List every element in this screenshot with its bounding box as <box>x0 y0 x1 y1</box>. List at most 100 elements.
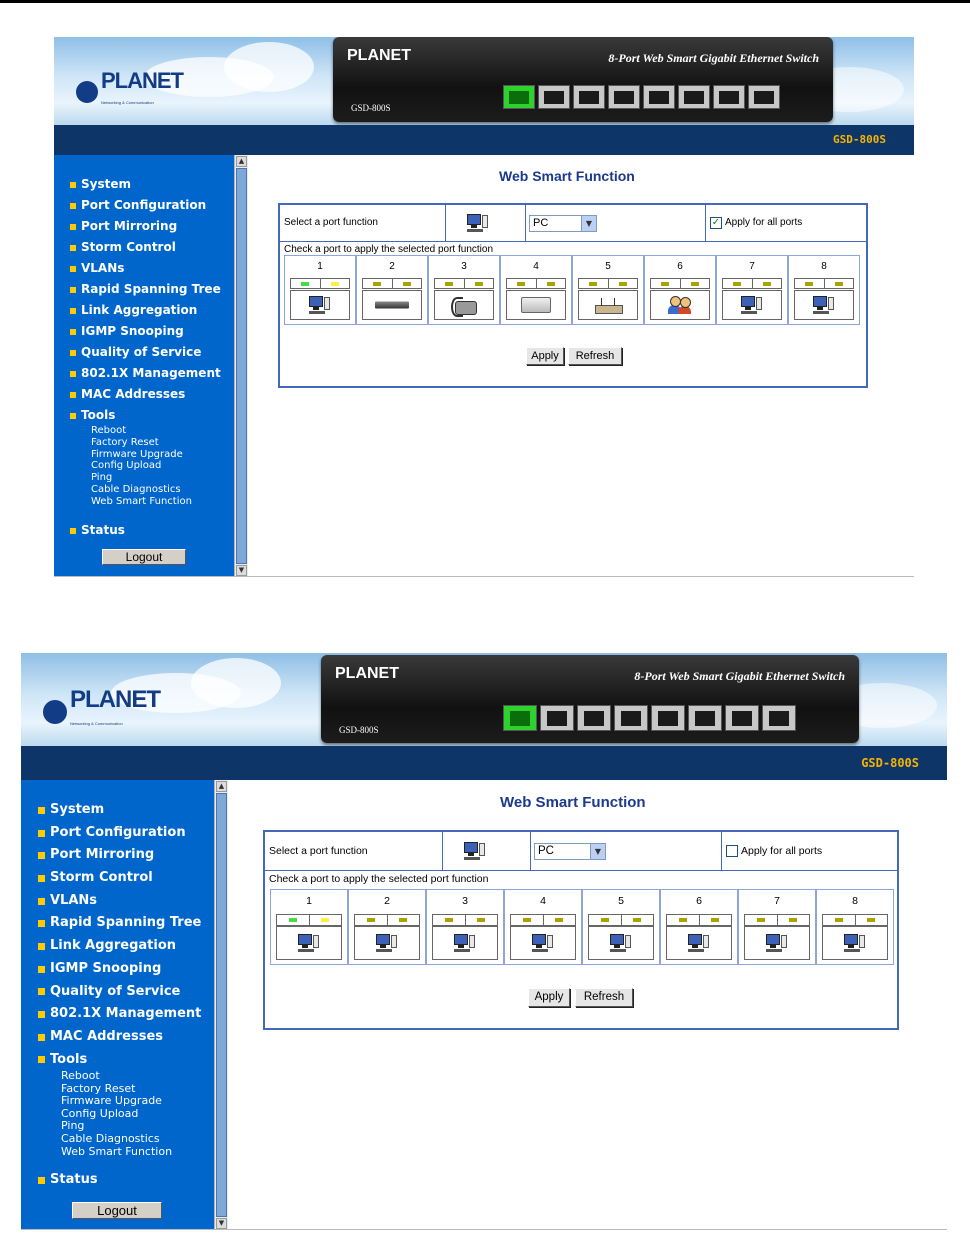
port-cell-7[interactable]: 7 <box>738 889 816 965</box>
sidebar-item-802-1x-management[interactable]: 802.1X Management <box>70 363 221 384</box>
port-cell-6[interactable]: 6 <box>660 889 738 965</box>
port-device-box[interactable] <box>744 926 810 960</box>
port-function-select[interactable]: PC ▼ <box>534 842 606 860</box>
port-device-box[interactable] <box>666 926 732 960</box>
bullet-icon <box>70 223 76 230</box>
tools-item-config-upload[interactable]: Config Upload <box>91 460 192 472</box>
port-led-row <box>434 278 494 289</box>
tools-item-cable-diagnostics[interactable]: Cable Diagnostics <box>91 484 192 496</box>
port-cell-4[interactable]: 4 <box>504 889 582 965</box>
port-cell-3[interactable]: 3 <box>426 889 504 965</box>
sidebar-item-label: Tools <box>81 408 116 422</box>
apply-button[interactable]: Apply <box>526 347 564 365</box>
tools-item-firmware-upgrade[interactable]: Firmware Upgrade <box>91 449 192 461</box>
sidebar-item-storm-control[interactable]: Storm Control <box>70 237 221 258</box>
tools-item-factory-reset[interactable]: Factory Reset <box>91 437 192 449</box>
chevron-down-icon[interactable]: ▼ <box>581 215 596 231</box>
sidebar-item-status[interactable]: Status <box>38 1169 98 1192</box>
sidebar-item-storm-control[interactable]: Storm Control <box>38 867 201 890</box>
port-cell-8[interactable]: 8 <box>788 255 860 325</box>
pc-icon <box>467 214 489 232</box>
scroll-down-arrow[interactable]: ▼ <box>236 565 247 576</box>
port-number: 3 <box>461 261 467 272</box>
tools-item-reboot[interactable]: Reboot <box>61 1069 172 1083</box>
port-cell-6[interactable]: 6 <box>644 255 716 325</box>
port-device-box[interactable] <box>794 290 854 320</box>
port-cell-5[interactable]: 5 <box>582 889 660 965</box>
port-device-box[interactable] <box>578 290 638 320</box>
sidebar-item-802-1x-management[interactable]: 802.1X Management <box>38 1003 201 1026</box>
port-cell-8[interactable]: 8 <box>816 889 894 965</box>
tools-item-reboot[interactable]: Reboot <box>91 425 192 437</box>
port-device-box[interactable] <box>822 926 888 960</box>
port-device-box[interactable] <box>506 290 566 320</box>
sidebar-item-mac-addresses[interactable]: MAC Addresses <box>70 384 221 405</box>
sidebar-item-vlans[interactable]: VLANs <box>70 258 221 279</box>
tools-item-cable-diagnostics[interactable]: Cable Diagnostics <box>61 1132 172 1146</box>
sidebar-nav: System Port Configuration Port Mirroring St… <box>38 799 201 1071</box>
sidebar-scrollbar[interactable]: ▲ ▼ <box>234 155 248 577</box>
device-model: GSD-800S <box>339 725 379 735</box>
bullet-icon <box>70 265 76 272</box>
port-cell-2[interactable]: 2 <box>356 255 428 325</box>
port-device-box[interactable] <box>276 926 342 960</box>
apply-all-checkbox[interactable] <box>726 845 738 857</box>
port-device-box[interactable] <box>290 290 350 320</box>
port-cell-2[interactable]: 2 <box>348 889 426 965</box>
port-device-box[interactable] <box>432 926 498 960</box>
port-device-box[interactable] <box>354 926 420 960</box>
sidebar-item-link-aggregation[interactable]: Link Aggregation <box>38 935 201 958</box>
sidebar-item-igmp-snooping[interactable]: IGMP Snooping <box>38 958 201 981</box>
sidebar-item-tools[interactable]: Tools <box>38 1049 201 1072</box>
port-cell-3[interactable]: 3 <box>428 255 500 325</box>
sidebar-item-quality-of-service[interactable]: Quality of Service <box>38 981 201 1004</box>
sidebar-item-system[interactable]: System <box>38 799 201 822</box>
logout-button[interactable]: Logout <box>102 549 186 565</box>
sidebar-item-status[interactable]: Status <box>70 520 125 541</box>
sidebar-item-port-mirroring[interactable]: Port Mirroring <box>38 844 201 867</box>
tools-item-web-smart-function[interactable]: Web Smart Function <box>61 1145 172 1159</box>
logout-button[interactable]: Logout <box>72 1202 162 1219</box>
apply-all-checkbox[interactable]: ✓ <box>710 217 722 229</box>
apply-button[interactable]: Apply <box>528 988 570 1007</box>
sidebar-item-tools[interactable]: Tools <box>70 405 221 426</box>
port-device-box[interactable] <box>434 290 494 320</box>
sidebar-item-mac-addresses[interactable]: MAC Addresses <box>38 1026 201 1049</box>
sidebar-item-vlans[interactable]: VLANs <box>38 890 201 913</box>
sidebar-item-quality-of-service[interactable]: Quality of Service <box>70 342 221 363</box>
port-cell-7[interactable]: 7 <box>716 255 788 325</box>
sidebar-item-link-aggregation[interactable]: Link Aggregation <box>70 300 221 321</box>
sidebar-item-rapid-spanning-tree[interactable]: Rapid Spanning Tree <box>70 279 221 300</box>
port-device-box[interactable] <box>362 290 422 320</box>
sidebar-item-port-configuration[interactable]: Port Configuration <box>38 822 201 845</box>
tools-item-web-smart-function[interactable]: Web Smart Function <box>91 496 192 508</box>
scroll-up-arrow[interactable]: ▲ <box>216 781 227 792</box>
bullet-icon <box>70 349 76 356</box>
sidebar-scrollbar[interactable]: ▲ ▼ <box>214 780 228 1230</box>
port-cell-1[interactable]: 1 <box>284 255 356 325</box>
scroll-up-arrow[interactable]: ▲ <box>236 156 247 167</box>
port-function-select[interactable]: PC ▼ <box>529 214 597 232</box>
port-device-box[interactable] <box>722 290 782 320</box>
port-cell-1[interactable]: 1 <box>270 889 348 965</box>
chevron-down-icon[interactable]: ▼ <box>590 843 605 859</box>
scroll-thumb[interactable] <box>236 168 247 564</box>
port-device-box[interactable] <box>650 290 710 320</box>
port-device-box[interactable] <box>588 926 654 960</box>
sidebar-item-port-configuration[interactable]: Port Configuration <box>70 195 221 216</box>
port-cell-5[interactable]: 5 <box>572 255 644 325</box>
sidebar-item-igmp-snooping[interactable]: IGMP Snooping <box>70 321 221 342</box>
tools-item-ping[interactable]: Ping <box>91 472 192 484</box>
link-led <box>291 279 320 288</box>
refresh-button[interactable]: Refresh <box>568 347 622 365</box>
ip-phone-icon <box>451 297 477 317</box>
sidebar-item-rapid-spanning-tree[interactable]: Rapid Spanning Tree <box>38 912 201 935</box>
sidebar-item-port-mirroring[interactable]: Port Mirroring <box>70 216 221 237</box>
tools-item-firmware-upgrade[interactable]: Firmware Upgrade <box>61 1095 172 1108</box>
port-device-box[interactable] <box>510 926 576 960</box>
scroll-down-arrow[interactable]: ▼ <box>216 1218 227 1229</box>
scroll-thumb[interactable] <box>216 793 227 1217</box>
sidebar-item-system[interactable]: System <box>70 174 221 195</box>
port-cell-4[interactable]: 4 <box>500 255 572 325</box>
refresh-button[interactable]: Refresh <box>575 988 633 1007</box>
